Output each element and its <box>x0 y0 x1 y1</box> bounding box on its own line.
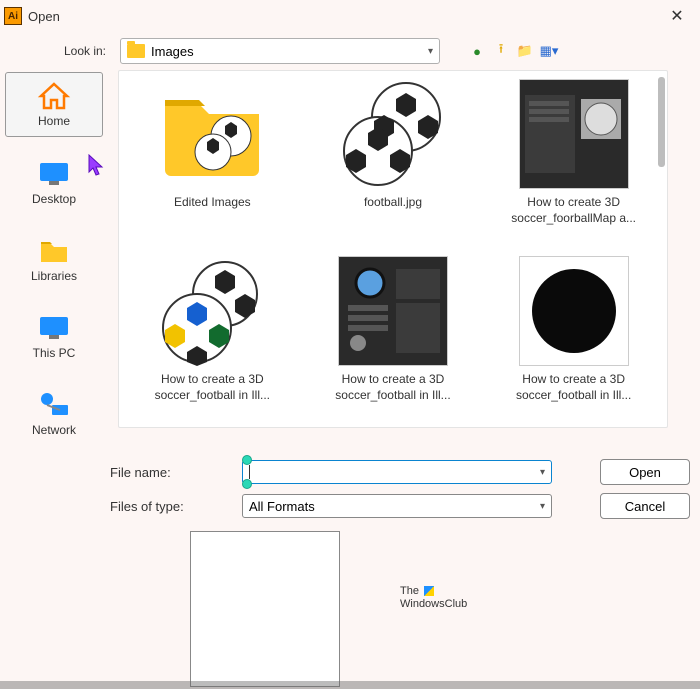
watermark-line1: The <box>400 585 419 597</box>
file-label: How to create a 3D soccer_football in Il… <box>137 372 287 403</box>
lookin-label: Look in: <box>0 44 112 58</box>
lookin-row: Look in: Images ▾ ● ⭱ 📁 ▦▾ <box>0 32 700 70</box>
preview-area: The WindowsClub <box>0 527 700 687</box>
file-item[interactable]: football.jpg <box>306 79 481 226</box>
open-button[interactable]: Open <box>600 459 690 485</box>
preview-box <box>190 531 340 687</box>
titlebar: Ai Open ✕ <box>0 0 700 32</box>
chevron-down-icon: ▾ <box>540 501 545 512</box>
cancel-button[interactable]: Cancel <box>600 493 690 519</box>
file-label: How to create a 3D soccer_football in Il… <box>499 372 649 403</box>
file-label: football.jpg <box>364 195 422 211</box>
network-icon <box>37 390 71 420</box>
sidebar-label: Network <box>32 423 76 437</box>
file-item[interactable]: How to create a 3D soccer_football in Il… <box>486 256 661 403</box>
sidebar-item-thispc[interactable]: This PC <box>5 305 103 368</box>
file-item[interactable]: Edited Images <box>125 79 300 226</box>
filetype-dropdown[interactable]: All Formats ▾ <box>242 494 552 518</box>
filename-label: File name: <box>110 465 230 480</box>
places-sidebar: Home Desktop Libraries This PC Network <box>0 70 108 445</box>
filename-input[interactable]: ▾ <box>242 460 552 484</box>
image-thumb <box>519 79 629 189</box>
watermark-line2: WindowsClub <box>400 598 467 610</box>
sidebar-label: Desktop <box>32 192 76 206</box>
watermark-icon <box>424 586 434 596</box>
file-item[interactable]: How to create 3D soccer_foorballMap a... <box>486 79 661 226</box>
file-label: How to create 3D soccer_foorballMap a... <box>499 195 649 226</box>
bottom-form: File name: ▾ Open Files of type: All For… <box>0 445 700 519</box>
image-thumb <box>338 256 448 366</box>
back-icon[interactable]: ● <box>468 42 486 60</box>
scrollbar-thumb[interactable] <box>658 77 665 167</box>
toolbar-icons: ● ⭱ 📁 ▦▾ <box>468 42 558 60</box>
desktop-icon <box>37 159 71 189</box>
file-item[interactable]: How to create a 3D soccer_football in Il… <box>125 256 300 403</box>
sidebar-item-desktop[interactable]: Desktop <box>5 151 103 214</box>
baseline-strip <box>0 681 700 689</box>
filename-value <box>249 465 540 479</box>
sidebar-item-network[interactable]: Network <box>5 382 103 445</box>
sidebar-label: Libraries <box>31 269 77 283</box>
sidebar-label: Home <box>38 114 70 128</box>
file-list[interactable]: Edited Images <box>118 70 668 428</box>
view-menu-icon[interactable]: ▦▾ <box>540 42 558 60</box>
home-icon <box>37 81 71 111</box>
thispc-icon <box>37 313 71 343</box>
lookin-value: Images <box>151 44 422 59</box>
folder-icon <box>127 44 145 58</box>
watermark: The WindowsClub <box>400 585 467 611</box>
image-thumb <box>519 256 629 366</box>
file-label: How to create a 3D soccer_football in Il… <box>318 372 468 403</box>
file-item[interactable]: How to create a 3D soccer_football in Il… <box>306 256 481 403</box>
file-label: Edited Images <box>174 195 251 211</box>
close-button[interactable]: ✕ <box>658 1 696 31</box>
folder-thumb <box>157 79 267 189</box>
chevron-down-icon: ▾ <box>428 46 433 57</box>
chevron-down-icon: ▾ <box>540 467 545 478</box>
up-icon[interactable]: ⭱ <box>492 42 510 60</box>
app-icon: Ai <box>4 7 22 25</box>
filetype-value: All Formats <box>249 499 540 514</box>
filetype-label: Files of type: <box>110 499 230 514</box>
libraries-icon <box>37 236 71 266</box>
window-title: Open <box>28 9 60 24</box>
sidebar-item-home[interactable]: Home <box>5 72 103 137</box>
sidebar-label: This PC <box>33 346 76 360</box>
lookin-dropdown[interactable]: Images ▾ <box>120 38 440 64</box>
body-area: Home Desktop Libraries This PC Network <box>0 70 700 445</box>
new-folder-icon[interactable]: 📁 <box>516 42 534 60</box>
sidebar-item-libraries[interactable]: Libraries <box>5 228 103 291</box>
image-thumb <box>338 79 448 189</box>
image-thumb <box>157 256 267 366</box>
